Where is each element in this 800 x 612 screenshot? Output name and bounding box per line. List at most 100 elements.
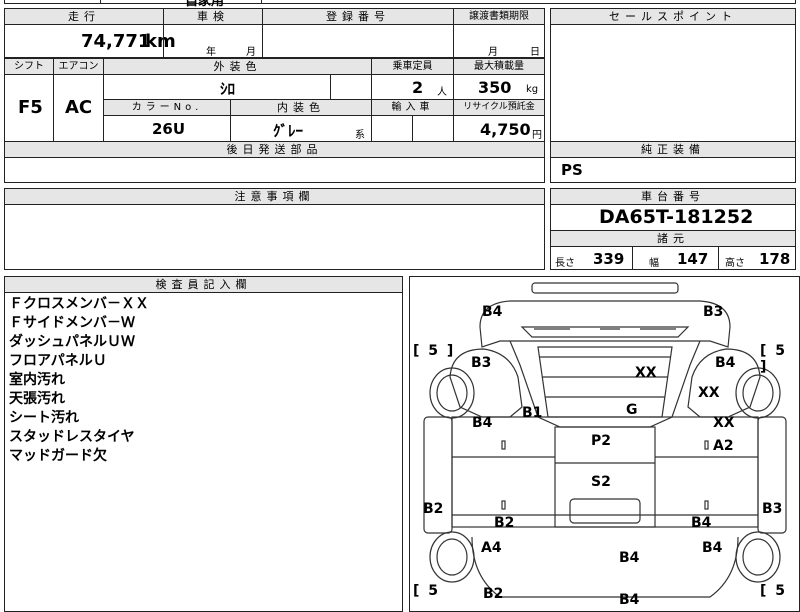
- damage-label: XX: [713, 415, 735, 431]
- grade-bracket: [ 5: [760, 583, 788, 599]
- color-no-header: カラーNo.: [103, 99, 231, 116]
- inspector-item: Ｆクロスメンバ－ＸＸ: [9, 296, 149, 312]
- transfer-month-unit: 月: [488, 47, 498, 58]
- recycle-header: リサイクル預託金: [453, 99, 545, 116]
- import-header: 輸入車: [371, 99, 454, 116]
- inspector-item: シート汚れ: [9, 410, 79, 426]
- specs-height-cell: 高さ 178: [718, 246, 796, 270]
- inspector-item: マッドガード欠: [9, 448, 107, 464]
- max-load-cell: 350 kg: [453, 74, 545, 100]
- vehicle-diagram: [ 5 ] [ 5 ] [ 5 [ 5 B4 B3 B3 B4 XX XX B1…: [409, 276, 800, 612]
- transfer-header: 譲渡書類期限: [453, 8, 545, 25]
- capacity-cell: 2 人: [371, 74, 454, 100]
- aircon-cell: AC: [53, 74, 104, 142]
- sales-point-body: [550, 24, 796, 144]
- max-load-header: 最大積載量: [453, 58, 545, 75]
- interior-color-cell: ｸﾞﾚｰ 系: [230, 115, 372, 142]
- grade-bracket: [ 5 ]: [760, 343, 788, 375]
- specs-width-value: 147: [677, 250, 709, 268]
- shift-header: シフト: [4, 58, 54, 75]
- damage-label: B3: [471, 355, 492, 371]
- registration-cell: [262, 24, 454, 58]
- color-no-cell: 26U: [103, 115, 231, 142]
- specs-width-cell: 幅 147: [632, 246, 719, 270]
- inspector-item: Ｆサイドメンバ－Ｗ: [9, 315, 135, 331]
- recycle-unit: 円: [532, 130, 542, 141]
- mileage-cell: 74,771 km: [4, 24, 176, 58]
- inspector-list: Ｆクロスメンバ－ＸＸ Ｆサイドメンバ－Ｗ ダッシュパネルＵＷ フロアパネルＵ 室…: [9, 295, 149, 466]
- max-load-value: 350: [478, 78, 512, 97]
- damage-label: B4: [702, 540, 723, 556]
- inspector-item: ダッシュパネルＵＷ: [9, 334, 135, 350]
- inspection-month-unit: 月: [246, 47, 256, 58]
- inspector-body: Ｆクロスメンバ－ＸＸ Ｆサイドメンバ－Ｗ ダッシュパネルＵＷ フロアパネルＵ 室…: [4, 292, 403, 612]
- specs-length-label: 長さ: [555, 258, 575, 269]
- mileage-value: 74,771: [81, 31, 151, 52]
- specs-length-cell: 長さ 339: [550, 246, 633, 270]
- damage-label: B4: [619, 550, 640, 566]
- inspection-header: 車検: [163, 8, 263, 25]
- damage-label: B3: [762, 501, 783, 517]
- genuine-equipment-body: PS: [550, 157, 796, 183]
- inspector-item: 天張汚れ: [9, 391, 65, 407]
- chassis-header: 車台番号: [550, 188, 796, 205]
- grade-bracket: [ 5 ]: [413, 343, 456, 359]
- exterior-color-header: 外装色: [103, 58, 372, 75]
- specs-height-value: 178: [759, 250, 791, 268]
- aircon-header: エアコン: [53, 58, 104, 75]
- color-no-value: 26U: [152, 120, 186, 138]
- genuine-equipment-value: PS: [561, 161, 583, 179]
- damage-label: B2: [423, 501, 444, 517]
- specs-length-value: 339: [593, 250, 625, 268]
- chassis-value: DA65T-181252: [599, 206, 754, 228]
- inspection-year-unit: 年: [206, 47, 216, 58]
- damage-label: B4: [691, 515, 712, 531]
- top-partial-cell: [100, 0, 262, 4]
- exterior-color-value: ｼﾛ: [220, 80, 236, 98]
- chassis-body: DA65T-181252: [550, 204, 796, 231]
- transfer-cell: 月 日: [453, 24, 545, 58]
- mileage-header: 走行: [4, 8, 164, 25]
- inspector-item: スタッドレスタイヤ: [9, 429, 135, 445]
- interior-color-value: ｸﾞﾚｰ: [273, 122, 304, 140]
- damage-label: B4: [482, 304, 503, 320]
- capacity-value: 2: [412, 78, 424, 97]
- import-cell-2: [412, 115, 454, 142]
- specs-height-label: 高さ: [725, 258, 745, 269]
- shift-cell: F5: [4, 74, 54, 142]
- capacity-unit: 人: [437, 87, 447, 98]
- damage-label: S2: [591, 474, 611, 490]
- sales-point-header: セールスポイント: [550, 8, 796, 25]
- damage-label: B1: [522, 405, 543, 421]
- damage-label: P2: [591, 433, 612, 449]
- aircon-value: AC: [65, 97, 93, 118]
- notes-body: [4, 204, 545, 270]
- damage-label: B4: [619, 592, 640, 608]
- damage-label: B4: [715, 355, 736, 371]
- interior-color-header: 内装色: [230, 99, 372, 116]
- shift-value: F5: [18, 97, 43, 118]
- import-cell-1: [371, 115, 413, 142]
- recycle-cell: 4,750 円: [453, 115, 545, 142]
- max-load-unit: kg: [526, 84, 539, 95]
- later-parts-body: [4, 157, 545, 183]
- damage-label: B2: [494, 515, 515, 531]
- notes-header: 注意事項欄: [4, 188, 545, 205]
- inspection-cell: 年 月: [163, 24, 263, 58]
- registration-header: 登録番号: [262, 8, 454, 25]
- inspector-header: 検査員記入欄: [4, 276, 403, 293]
- recycle-value: 4,750: [480, 120, 531, 139]
- genuine-equipment-header: 純正装備: [550, 141, 796, 158]
- exterior-color-extra: [330, 74, 372, 100]
- inspector-item: フロアパネルＵ: [9, 353, 107, 369]
- exterior-color-cell: ｼﾛ: [103, 74, 331, 100]
- inspector-item: 室内汚れ: [9, 372, 65, 388]
- damage-label: A2: [713, 438, 734, 454]
- grade-bracket: [ 5: [413, 583, 441, 599]
- damage-label: XX: [698, 385, 720, 401]
- damage-label: A4: [481, 540, 502, 556]
- damage-label: B4: [472, 415, 493, 431]
- capacity-header: 乗車定員: [371, 58, 454, 75]
- damage-label: G: [626, 402, 638, 418]
- later-parts-header: 後日発送部品: [4, 141, 545, 158]
